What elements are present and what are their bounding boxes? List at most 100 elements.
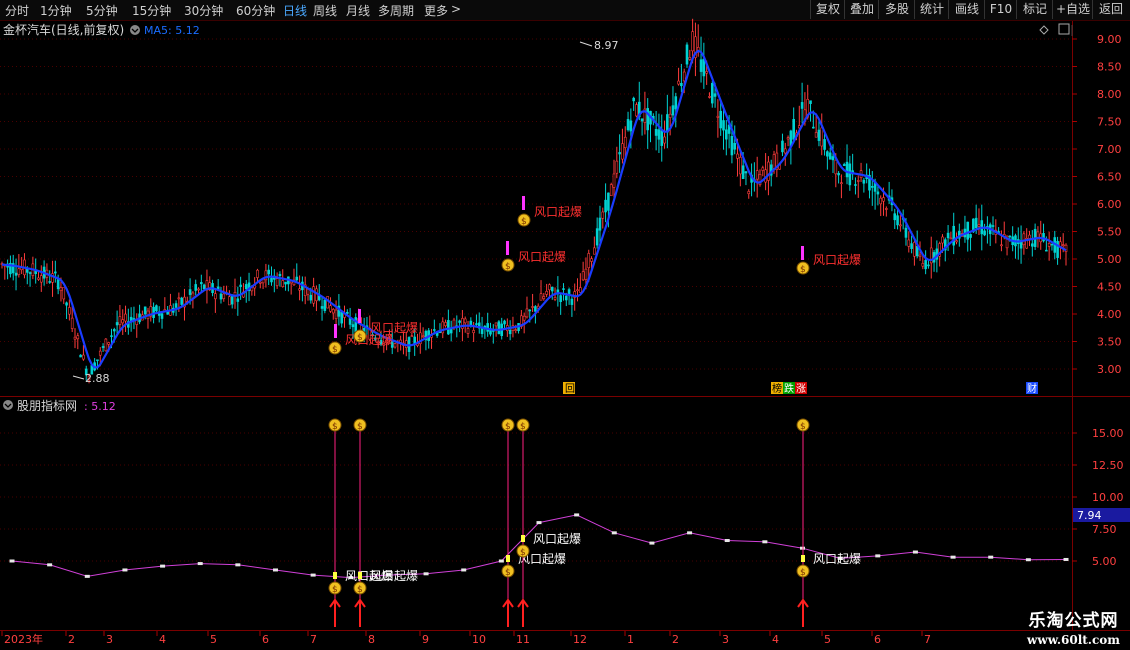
money-bag-icon-glyph: $ xyxy=(357,422,363,432)
candle-body xyxy=(623,136,627,149)
candle-body xyxy=(671,105,675,116)
candle-body xyxy=(781,140,784,153)
signal-bar xyxy=(522,196,525,210)
candle-body xyxy=(1061,244,1065,246)
candle-body xyxy=(202,284,206,290)
candle-body xyxy=(98,350,102,356)
candle-body xyxy=(828,152,832,160)
candle-body xyxy=(447,320,450,335)
y-tick-label: 15.00 xyxy=(1092,427,1124,440)
candle-body xyxy=(719,110,722,129)
money-bag-icon-glyph: $ xyxy=(332,422,338,432)
y-tick-label: 12.50 xyxy=(1092,459,1124,472)
money-bag-icon-glyph: $ xyxy=(521,217,527,227)
y-tick-label: 3.50 xyxy=(1097,336,1122,349)
candle-body xyxy=(458,320,461,323)
candle-body xyxy=(885,208,888,210)
candle-body xyxy=(222,293,226,299)
candle-body xyxy=(107,342,110,345)
candle-body xyxy=(309,294,313,301)
candle-body xyxy=(854,184,857,186)
money-bag-icon-glyph: $ xyxy=(332,585,338,595)
money-bag-icon-glyph: $ xyxy=(520,422,526,432)
candle-body xyxy=(539,293,543,301)
marker-die-text: 跌 xyxy=(784,382,794,395)
money-bag-icon-glyph: $ xyxy=(505,262,511,272)
x-axis: 2023年 2 3 4 5 6 7 8 9 10 11 12 1 2 3 4 5 6 7 xyxy=(1,631,931,646)
indicator-dot xyxy=(47,563,53,567)
candle-body xyxy=(834,159,838,175)
indicator-dot xyxy=(9,559,15,563)
candle-body xyxy=(713,93,717,97)
ma-toggle-icon[interactable] xyxy=(130,25,140,35)
y-tick-label: 3.00 xyxy=(1097,363,1122,376)
candle-body xyxy=(618,152,621,155)
indicator-dot xyxy=(611,531,617,535)
low-label: 2.88 xyxy=(85,372,110,385)
signal-bar xyxy=(521,535,525,542)
candle-body xyxy=(306,289,310,295)
diamond-icon[interactable] xyxy=(1039,25,1049,35)
indicator-dot xyxy=(724,539,730,543)
candle-body xyxy=(730,136,734,156)
indicator-signals: $$风口起爆$$风口起爆$$风口起爆$$风口起爆$$风口起爆 xyxy=(328,418,861,627)
candle-body xyxy=(112,329,116,332)
candle-body xyxy=(256,269,259,278)
candle-body xyxy=(604,199,607,213)
candle-body xyxy=(329,305,332,312)
signal-bar xyxy=(358,309,361,323)
candle-body xyxy=(194,284,198,291)
candle-body xyxy=(73,336,77,340)
candle-body xyxy=(180,297,183,305)
candle-body xyxy=(48,281,52,283)
candle-body xyxy=(747,191,751,195)
candle-body xyxy=(955,240,958,243)
candle-body xyxy=(966,221,970,240)
candle-body xyxy=(654,129,658,136)
indicator-toggle-icon[interactable] xyxy=(3,400,13,410)
candle-body xyxy=(68,307,71,315)
indicator-dot xyxy=(1063,557,1069,561)
indicator-dots xyxy=(9,513,1069,580)
indicator-y-axis: 15.00 12.50 10.00 7.50 5.00 xyxy=(1072,427,1124,568)
indicator-dot xyxy=(536,521,542,525)
candle-body xyxy=(913,242,916,257)
candle-body xyxy=(323,299,327,311)
x-tick-label: 9 xyxy=(422,633,429,646)
candle-body xyxy=(896,215,899,226)
candle-body xyxy=(612,173,616,188)
candle-body xyxy=(941,236,944,244)
candle-body xyxy=(595,228,599,246)
candle-body xyxy=(904,227,908,238)
candle-body xyxy=(668,113,672,118)
candle-body xyxy=(809,100,812,104)
y-tick-label: 7.50 xyxy=(1092,523,1117,536)
candle-body xyxy=(110,335,113,337)
candle-body xyxy=(899,224,902,227)
candle-body xyxy=(680,82,683,87)
main-grid xyxy=(0,38,1072,370)
signal-bar xyxy=(506,555,510,562)
candle-body xyxy=(14,272,18,276)
stock-chart[interactable]: 9.00 8.50 8.00 7.50 7.00 6.50 6.00 5.50 5.00 4.50… xyxy=(0,0,1130,650)
up-arrow-icon xyxy=(797,598,809,627)
candle-body xyxy=(160,313,164,319)
candle-body xyxy=(1050,243,1054,246)
candle-body xyxy=(559,295,562,302)
candle-body xyxy=(708,96,711,98)
money-bag-icon-glyph: $ xyxy=(505,568,511,578)
window-box-icon[interactable] xyxy=(1058,23,1070,35)
candle-body xyxy=(969,234,972,238)
candle-body xyxy=(924,260,927,270)
watermark-title: 乐淘公式网 xyxy=(1028,611,1119,631)
candle-body xyxy=(663,136,666,144)
candle-body xyxy=(598,217,602,231)
x-tick-label: 3 xyxy=(722,633,729,646)
candle-body xyxy=(576,289,579,292)
signal-bar xyxy=(801,555,805,562)
candle-body xyxy=(991,225,995,227)
up-arrow-icon xyxy=(517,598,529,627)
candle-body xyxy=(842,164,846,166)
candle-body xyxy=(1022,233,1026,246)
candle-body xyxy=(393,343,397,348)
